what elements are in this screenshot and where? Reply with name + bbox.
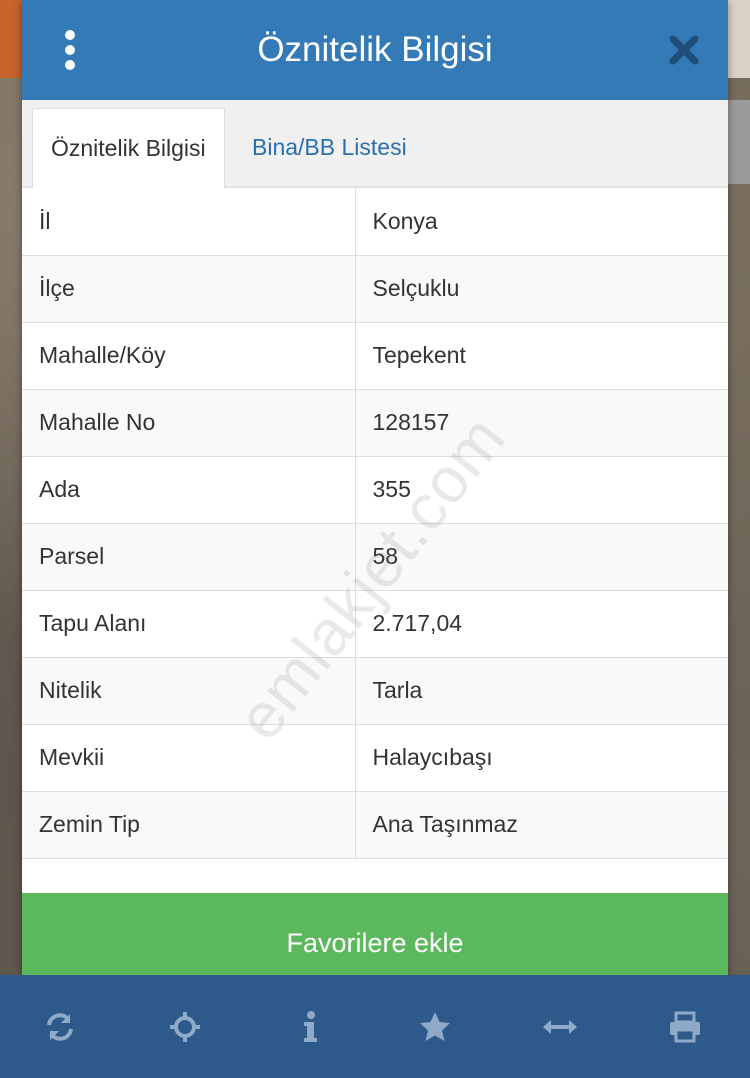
modal-title: Öznitelik Bilgisi [257, 30, 493, 69]
tab-attribute-info[interactable]: Öznitelik Bilgisi [32, 108, 225, 188]
attribute-value: Tarla [355, 657, 728, 725]
star-icon-graphic [420, 1012, 450, 1041]
refresh-icon[interactable] [38, 1005, 82, 1049]
attribute-key: Mahalle/Köy [22, 322, 356, 390]
print-icon[interactable] [663, 1005, 707, 1049]
tab-building-list[interactable]: Bina/BB Listesi [234, 108, 425, 186]
attribute-key: Mahalle No [22, 389, 356, 457]
attribute-key: Parsel [22, 523, 356, 591]
attribute-key: Mevkii [22, 724, 356, 792]
table-row: Mahalle/Köy Tepekent [22, 322, 728, 390]
info-icon-graphic [304, 1011, 317, 1042]
refresh-icon-graphic [47, 1013, 73, 1041]
attribute-value: Halaycıbaşı [355, 724, 728, 792]
attribute-key: İl [22, 188, 356, 256]
attribute-value: 58 [355, 523, 728, 591]
attribute-key: Tapu Alanı [22, 590, 356, 658]
table-row: Zemin Tip Ana Taşınmaz [22, 791, 728, 859]
attribute-value: Selçuklu [355, 255, 728, 323]
measure-icon[interactable] [538, 1005, 582, 1049]
table-row: Mahalle No 128157 [22, 389, 728, 457]
table-row: Parsel 58 [22, 523, 728, 591]
background-map-strip [0, 0, 22, 78]
menu-dot [65, 60, 75, 70]
background-scroll-hint [728, 100, 750, 184]
close-icon-graphic [669, 35, 699, 65]
menu-dot [65, 45, 75, 55]
attribute-value: Ana Taşınmaz [355, 791, 728, 859]
attribute-value: 355 [355, 456, 728, 524]
star-icon[interactable] [413, 1005, 457, 1049]
attribute-key: İlçe [22, 255, 356, 323]
bottom-toolbar [0, 975, 750, 1078]
attribute-key: Ada [22, 456, 356, 524]
measure-icon-graphic [543, 1020, 577, 1034]
attribute-value: 2.717,04 [355, 590, 728, 658]
table-row: Tapu Alanı 2.717,04 [22, 590, 728, 658]
table-row: Nitelik Tarla [22, 657, 728, 725]
menu-dot [65, 30, 75, 40]
crosshair-icon[interactable] [163, 1005, 207, 1049]
kebab-menu-icon[interactable] [52, 30, 88, 70]
attribute-info-modal: Öznitelik Bilgisi Öznitelik Bilgisi Bina… [22, 0, 728, 993]
tab-bar: Öznitelik Bilgisi Bina/BB Listesi [22, 100, 728, 188]
close-icon[interactable] [666, 32, 702, 68]
attribute-key: Nitelik [22, 657, 356, 725]
table-row: İl Konya [22, 188, 728, 256]
attribute-value: 128157 [355, 389, 728, 457]
table-row: Mevkii Halaycıbaşı [22, 724, 728, 792]
attribute-key: Zemin Tip [22, 791, 356, 859]
attribute-table: İl Konya İlçe Selçuklu Mahalle/Köy Tepekent Ma… [22, 188, 728, 859]
table-row: Ada 355 [22, 456, 728, 524]
attribute-table-container[interactable]: İl Konya İlçe Selçuklu Mahalle/Köy Tepekent Ma… [22, 188, 728, 893]
attribute-value: Tepekent [355, 322, 728, 390]
info-icon[interactable] [288, 1005, 332, 1049]
print-icon-graphic [670, 1011, 700, 1043]
table-row: İlçe Selçuklu [22, 255, 728, 323]
background-map-strip-right [728, 0, 750, 78]
crosshair-icon-graphic [170, 1012, 200, 1042]
attribute-value: Konya [355, 188, 728, 256]
modal-header: Öznitelik Bilgisi [22, 0, 728, 100]
